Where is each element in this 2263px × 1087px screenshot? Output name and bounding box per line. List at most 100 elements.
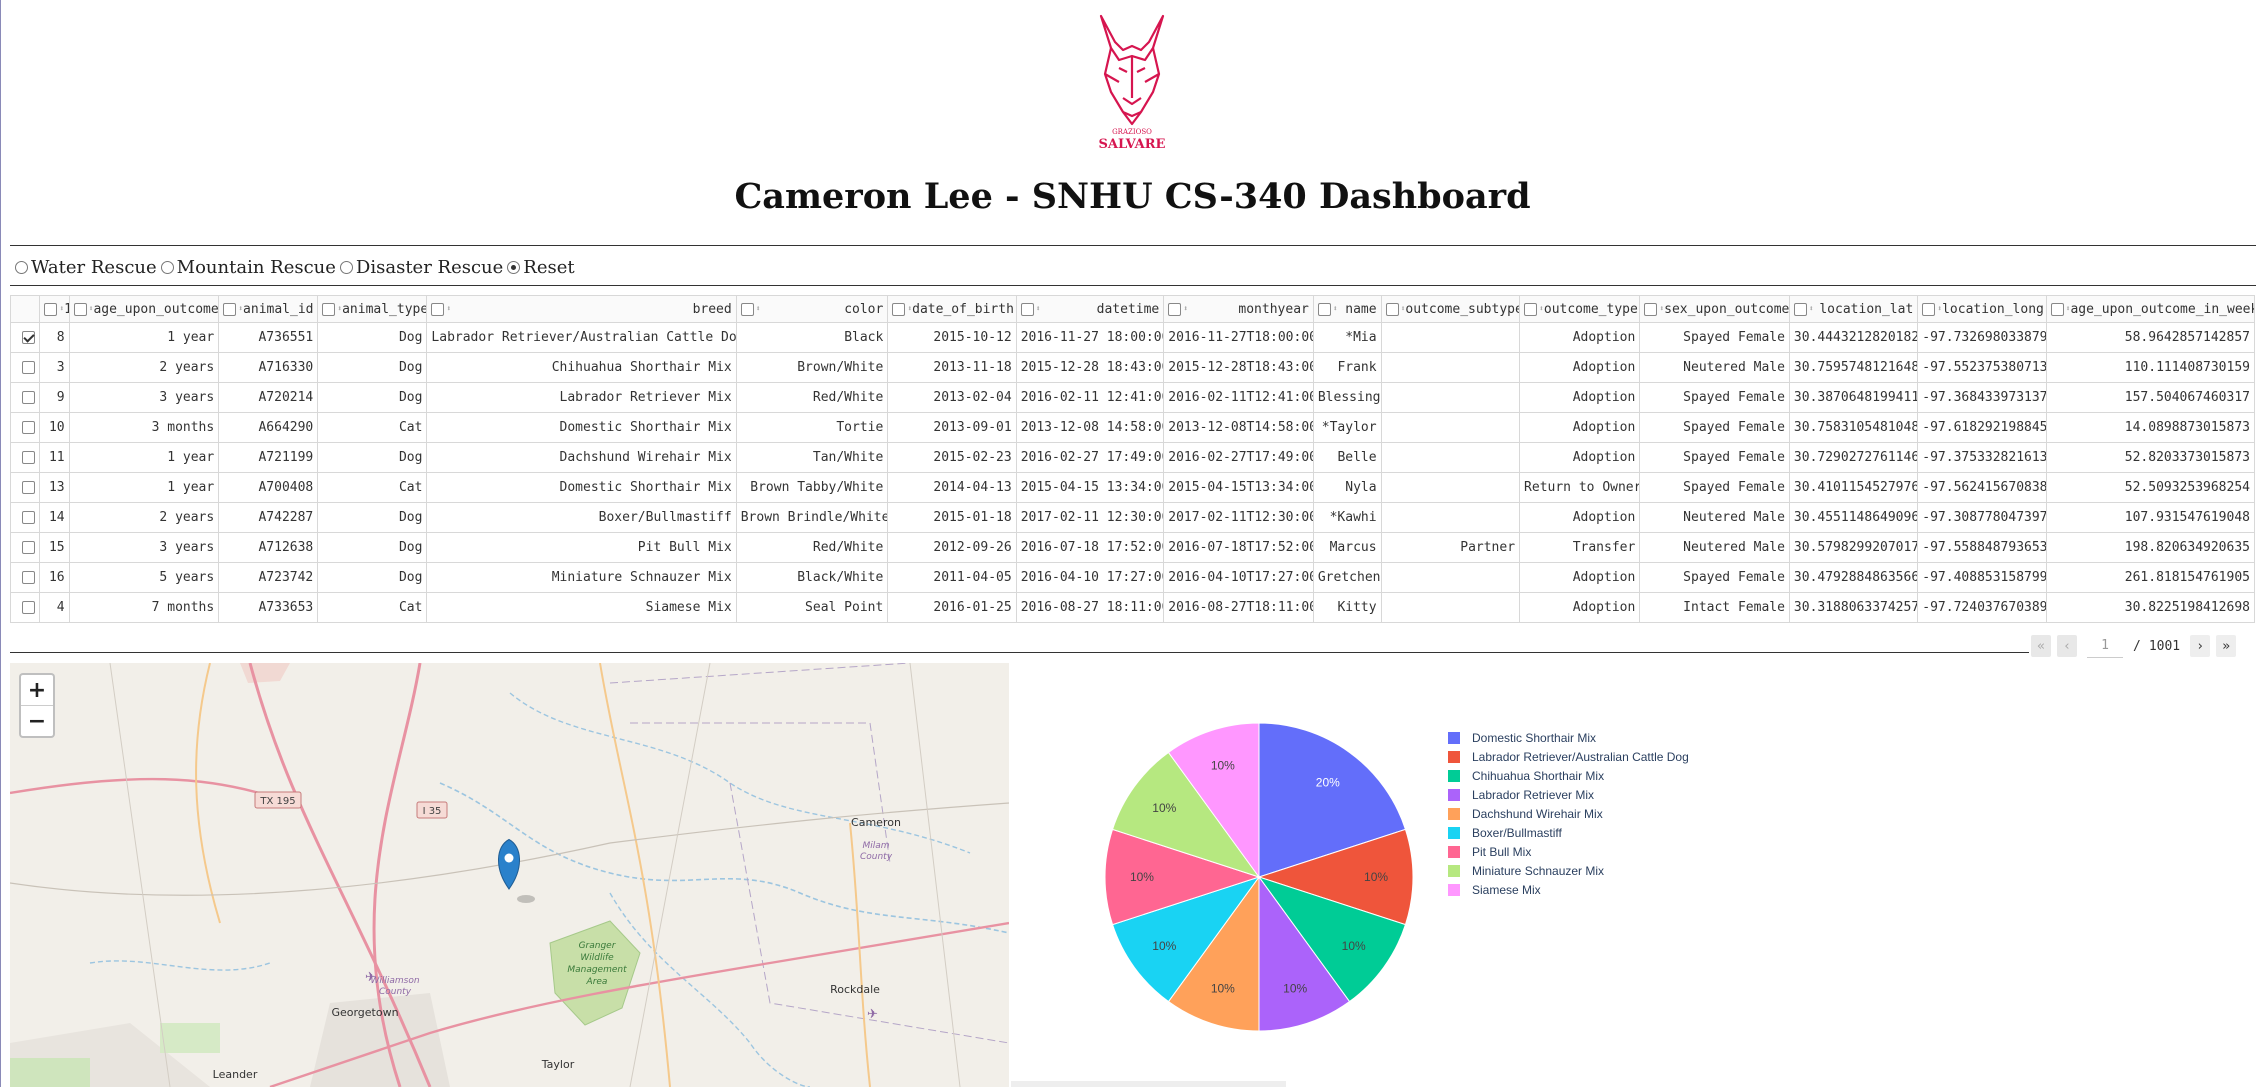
table-cell[interactable] [1380, 412, 1521, 443]
table-cell[interactable]: Frank [1312, 352, 1382, 383]
table-cell[interactable]: 110.111408730159 [2045, 352, 2256, 383]
table-cell[interactable]: Miniature Schnauzer Mix [426, 562, 737, 593]
table-cell[interactable]: 198.820634920635 [2045, 532, 2256, 563]
table-cell[interactable]: 30.4792884863566 [1788, 562, 1919, 593]
table-cell[interactable]: 52.8203373015873 [2045, 442, 2256, 473]
table-row[interactable]: 93 years A720214 Dog Labrador Retriever Mix… [9, 382, 2256, 413]
table-cell[interactable]: 30.7595748121648 [1788, 352, 1919, 383]
table-row[interactable]: 47 months A733653 Cat Siamese Mix Seal Point… [9, 592, 2256, 623]
table-row[interactable]: 81 year A736551 Dog Labrador Retriever/Aust… [9, 322, 2256, 353]
table-cell[interactable]: -97.5523753807133 [1917, 352, 2047, 383]
table-cell[interactable]: 107.931547619048 [2045, 502, 2256, 533]
table-cell[interactable]: A723742 [218, 562, 319, 593]
table-cell[interactable]: Marcus [1312, 532, 1382, 563]
table-cell[interactable]: Dachshund Wirehair Mix [426, 442, 737, 473]
table-cell[interactable]: 10 [39, 412, 70, 443]
table-cell[interactable]: 2013-02-04 [887, 382, 1017, 413]
row-select-checkbox[interactable] [22, 481, 36, 494]
table-cell[interactable]: Dog [317, 442, 428, 473]
column-select-checkbox[interactable] [740, 302, 754, 316]
table-cell[interactable]: Intact Female [1639, 592, 1790, 623]
table-cell[interactable]: Nyla [1312, 472, 1382, 503]
table-cell[interactable]: 2 years [68, 352, 220, 383]
table-cell[interactable]: Brown Brindle/White [735, 502, 889, 533]
legend-item[interactable]: Siamese Mix [1448, 880, 1689, 899]
sort-icon[interactable]: ⬍ [1809, 305, 1814, 313]
column-select-checkbox[interactable] [431, 302, 445, 316]
row-select-checkbox[interactable] [22, 541, 36, 554]
table-cell[interactable]: 2015-12-28 18:43:00 [1015, 352, 1165, 383]
table-cell[interactable] [1380, 592, 1521, 623]
table-cell[interactable]: 30.8225198412698 [2045, 592, 2256, 623]
table-cell[interactable]: 3 [39, 352, 70, 383]
column-header[interactable]: ⬍ datetime [1015, 295, 1165, 323]
table-cell[interactable]: Adoption [1519, 352, 1641, 383]
radio-icon[interactable] [339, 260, 353, 274]
column-select-checkbox[interactable] [2050, 302, 2064, 316]
table-cell[interactable]: Adoption [1519, 412, 1641, 443]
table-cell[interactable]: Adoption [1519, 502, 1641, 533]
column-select-checkbox[interactable] [1385, 302, 1399, 316]
column-select-checkbox[interactable] [1168, 302, 1182, 316]
legend-item[interactable]: Domestic Shorthair Mix [1448, 728, 1689, 747]
table-cell[interactable]: 13 [39, 472, 70, 503]
table-cell[interactable]: Domestic Shorthair Mix [426, 472, 737, 503]
table-cell[interactable]: Pit Bull Mix [426, 532, 737, 563]
table-cell[interactable]: 2016-04-10T17:27:00 [1163, 562, 1314, 593]
table-cell[interactable]: 16 [39, 562, 70, 593]
row-select-checkbox[interactable] [22, 511, 36, 524]
table-row[interactable]: 16 5 years A723742 Dog Miniature Schnauzer M… [9, 562, 2256, 593]
radio-icon[interactable] [160, 260, 174, 274]
table-cell[interactable]: -97.3087780473978 [1917, 502, 2047, 533]
table-cell[interactable]: *Kawhi [1312, 502, 1382, 533]
table-cell[interactable]: Spayed Female [1639, 472, 1790, 503]
row-select-checkbox[interactable] [22, 601, 36, 614]
table-cell[interactable] [1380, 442, 1521, 473]
table-cell[interactable]: Dog [317, 382, 428, 413]
table-cell[interactable]: A733653 [218, 592, 319, 623]
column-select-checkbox[interactable] [1644, 302, 1658, 316]
row-select-checkbox[interactable] [22, 391, 36, 404]
table-cell[interactable]: Return to Owner [1519, 472, 1641, 503]
radio-icon[interactable] [15, 260, 28, 274]
table-cell[interactable]: 2013-09-01 [887, 412, 1017, 443]
column-header[interactable]: ⬍ date_of_birth [887, 295, 1017, 323]
table-cell[interactable] [1380, 352, 1521, 383]
table-cell[interactable]: 8 [39, 322, 70, 353]
row-select-checkbox[interactable] [22, 331, 36, 344]
column-header[interactable]: ⬍ animal_type [317, 295, 428, 323]
table-cell[interactable]: -97.7326980338793 [1917, 322, 2047, 353]
sort-icon[interactable]: ⬍ [446, 305, 451, 313]
table-cell[interactable]: 2016-02-27T17:49:00 [1163, 442, 1314, 473]
table-cell[interactable]: 2016-11-27T18:00:00 [1163, 322, 1314, 353]
table-cell[interactable] [1380, 502, 1521, 533]
table-cell[interactable]: 7 months [68, 592, 220, 623]
table-cell[interactable]: 261.818154761905 [2045, 562, 2256, 593]
sort-icon[interactable]: ⬍ [1183, 305, 1188, 313]
table-cell[interactable]: 2017-02-11T12:30:00 [1163, 502, 1314, 533]
filter-mountain-rescue[interactable]: Mountain Rescue [160, 257, 336, 278]
table-cell[interactable]: 2016-01-25 [887, 592, 1017, 623]
prev-page-button[interactable]: ‹ [2057, 635, 2077, 657]
table-cell[interactable]: A736551 [218, 322, 319, 353]
table-cell[interactable]: A700408 [218, 472, 319, 503]
filter-water-rescue[interactable]: Water Rescue [15, 257, 157, 278]
table-cell[interactable]: 30.3870648199411 [1788, 382, 1919, 413]
table-cell[interactable]: 1 year [68, 322, 220, 353]
table-cell[interactable]: Spayed Female [1639, 442, 1790, 473]
column-header[interactable]: ⬍ location_lat [1788, 295, 1919, 323]
table-cell[interactable]: 3 years [68, 382, 220, 413]
first-page-button[interactable]: « [2031, 635, 2051, 657]
table-cell[interactable]: Spayed Female [1639, 322, 1790, 353]
table-cell[interactable]: 2013-12-08 14:58:00 [1015, 412, 1165, 443]
table-cell[interactable]: A664290 [218, 412, 319, 443]
table-cell[interactable]: 2015-10-12 [887, 322, 1017, 353]
table-cell[interactable]: 2015-04-15 13:34:00 [1015, 472, 1165, 503]
table-cell[interactable]: Partner [1380, 532, 1521, 563]
table-cell[interactable]: -97.562415670838 [1917, 472, 2047, 503]
table-cell[interactable]: 2016-02-11 12:41:00 [1015, 382, 1165, 413]
table-cell[interactable]: 4 [39, 592, 70, 623]
column-select-checkbox[interactable] [1317, 302, 1331, 316]
legend-item[interactable]: Chihuahua Shorthair Mix [1448, 766, 1689, 785]
column-header[interactable]: ⬍ age_upon_outcome [68, 295, 220, 323]
